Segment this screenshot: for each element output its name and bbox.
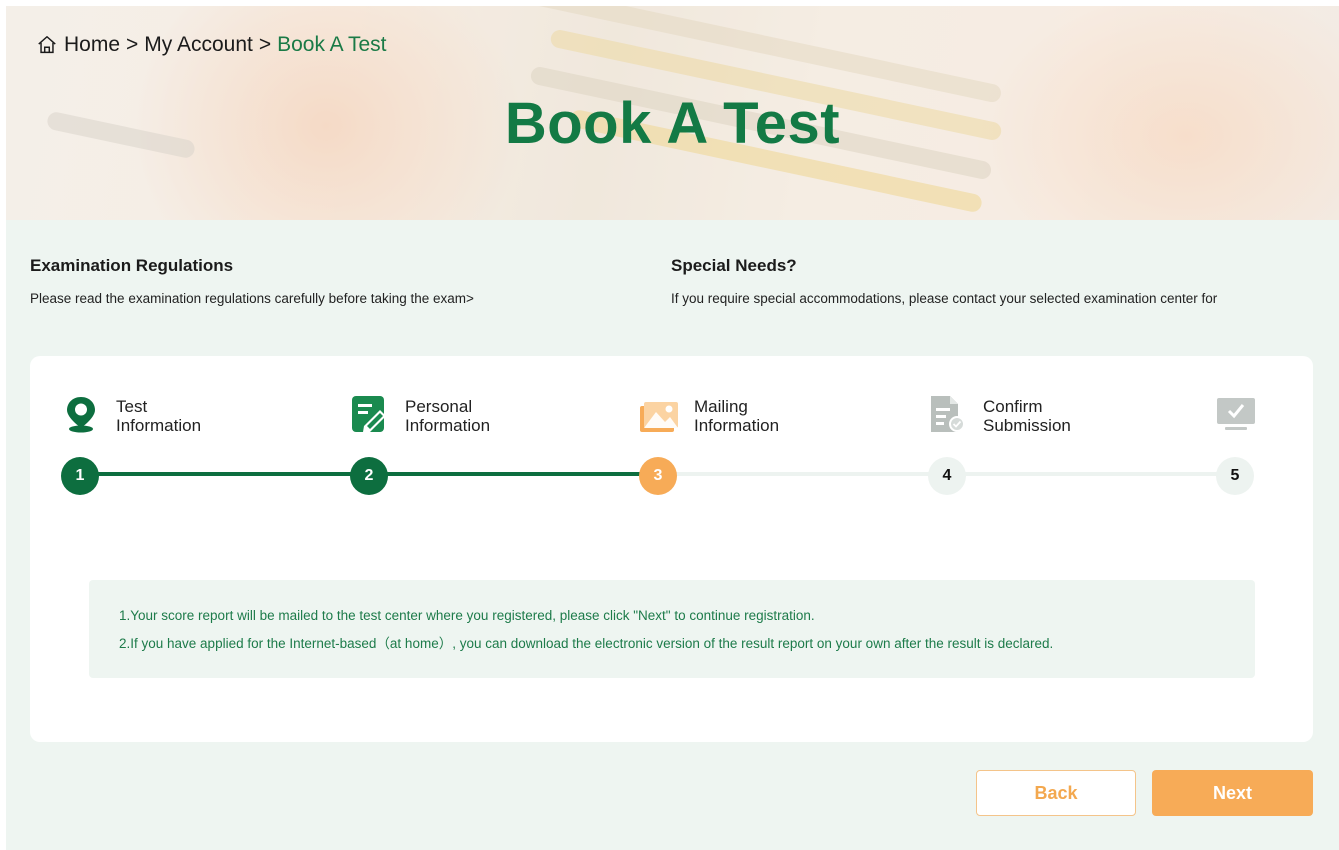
- location-pin-icon: [67, 397, 95, 433]
- main-content: Examination Regulations Please read the …: [6, 220, 1339, 850]
- step-personal-information: Personal Information 2: [350, 394, 630, 504]
- document-check-icon: [931, 396, 965, 432]
- step-complete: 5: [1216, 394, 1276, 504]
- step-number: 4: [928, 457, 966, 495]
- special-needs-text: If you require special accommodations, p…: [671, 291, 1218, 306]
- regulations-link[interactable]: Please read the examination regulations …: [30, 288, 630, 310]
- edit-form-icon: [352, 396, 386, 432]
- step-mailing-information: Mailing Information 3: [639, 394, 919, 504]
- step-test-information: Test Information 1: [61, 394, 341, 504]
- step-label: Mailing Information: [694, 397, 780, 435]
- breadcrumb-separator: >: [258, 33, 272, 56]
- breadcrumb-home[interactable]: Home: [64, 33, 120, 57]
- mail-image-icon: [640, 402, 678, 432]
- step-confirm-submission: Confirm Submission 4: [928, 394, 1208, 504]
- next-button[interactable]: Next: [1152, 770, 1313, 816]
- step-number: 1: [61, 457, 99, 495]
- step-number: 5: [1216, 457, 1254, 495]
- notice-line: 2.If you have applied for the Internet-b…: [119, 636, 1054, 651]
- step-label: Confirm Submission: [983, 397, 1071, 435]
- breadcrumb-separator: >: [126, 33, 139, 56]
- hero-banner: Home > My Account > Book A Test Book A T…: [6, 6, 1339, 220]
- examination-regulations: Examination Regulations Please read the …: [30, 256, 630, 310]
- mailing-notice: 1.Your score report will be mailed to th…: [89, 580, 1255, 678]
- special-needs-title: Special Needs?: [671, 256, 797, 275]
- home-icon[interactable]: [36, 34, 58, 56]
- back-button[interactable]: Back: [976, 770, 1136, 816]
- step-label: Test Information: [116, 397, 202, 435]
- breadcrumb-my-account[interactable]: My Account: [144, 33, 253, 57]
- booking-steps-card: Test Information 1 Personal Information …: [30, 356, 1313, 742]
- monitor-check-icon: [1217, 398, 1255, 430]
- step-number: 2: [350, 457, 388, 495]
- notice-line: 1.Your score report will be mailed to th…: [119, 608, 815, 623]
- special-needs: Special Needs? If you require special ac…: [671, 256, 1301, 310]
- breadcrumb: Home > My Account > Book A Test: [36, 33, 386, 57]
- breadcrumb-current: Book A Test: [277, 33, 387, 56]
- step-label: Personal Information: [405, 397, 491, 435]
- regulations-title: Examination Regulations: [30, 256, 234, 275]
- page-title: Book A Test: [504, 91, 841, 156]
- step-number: 3: [639, 457, 677, 495]
